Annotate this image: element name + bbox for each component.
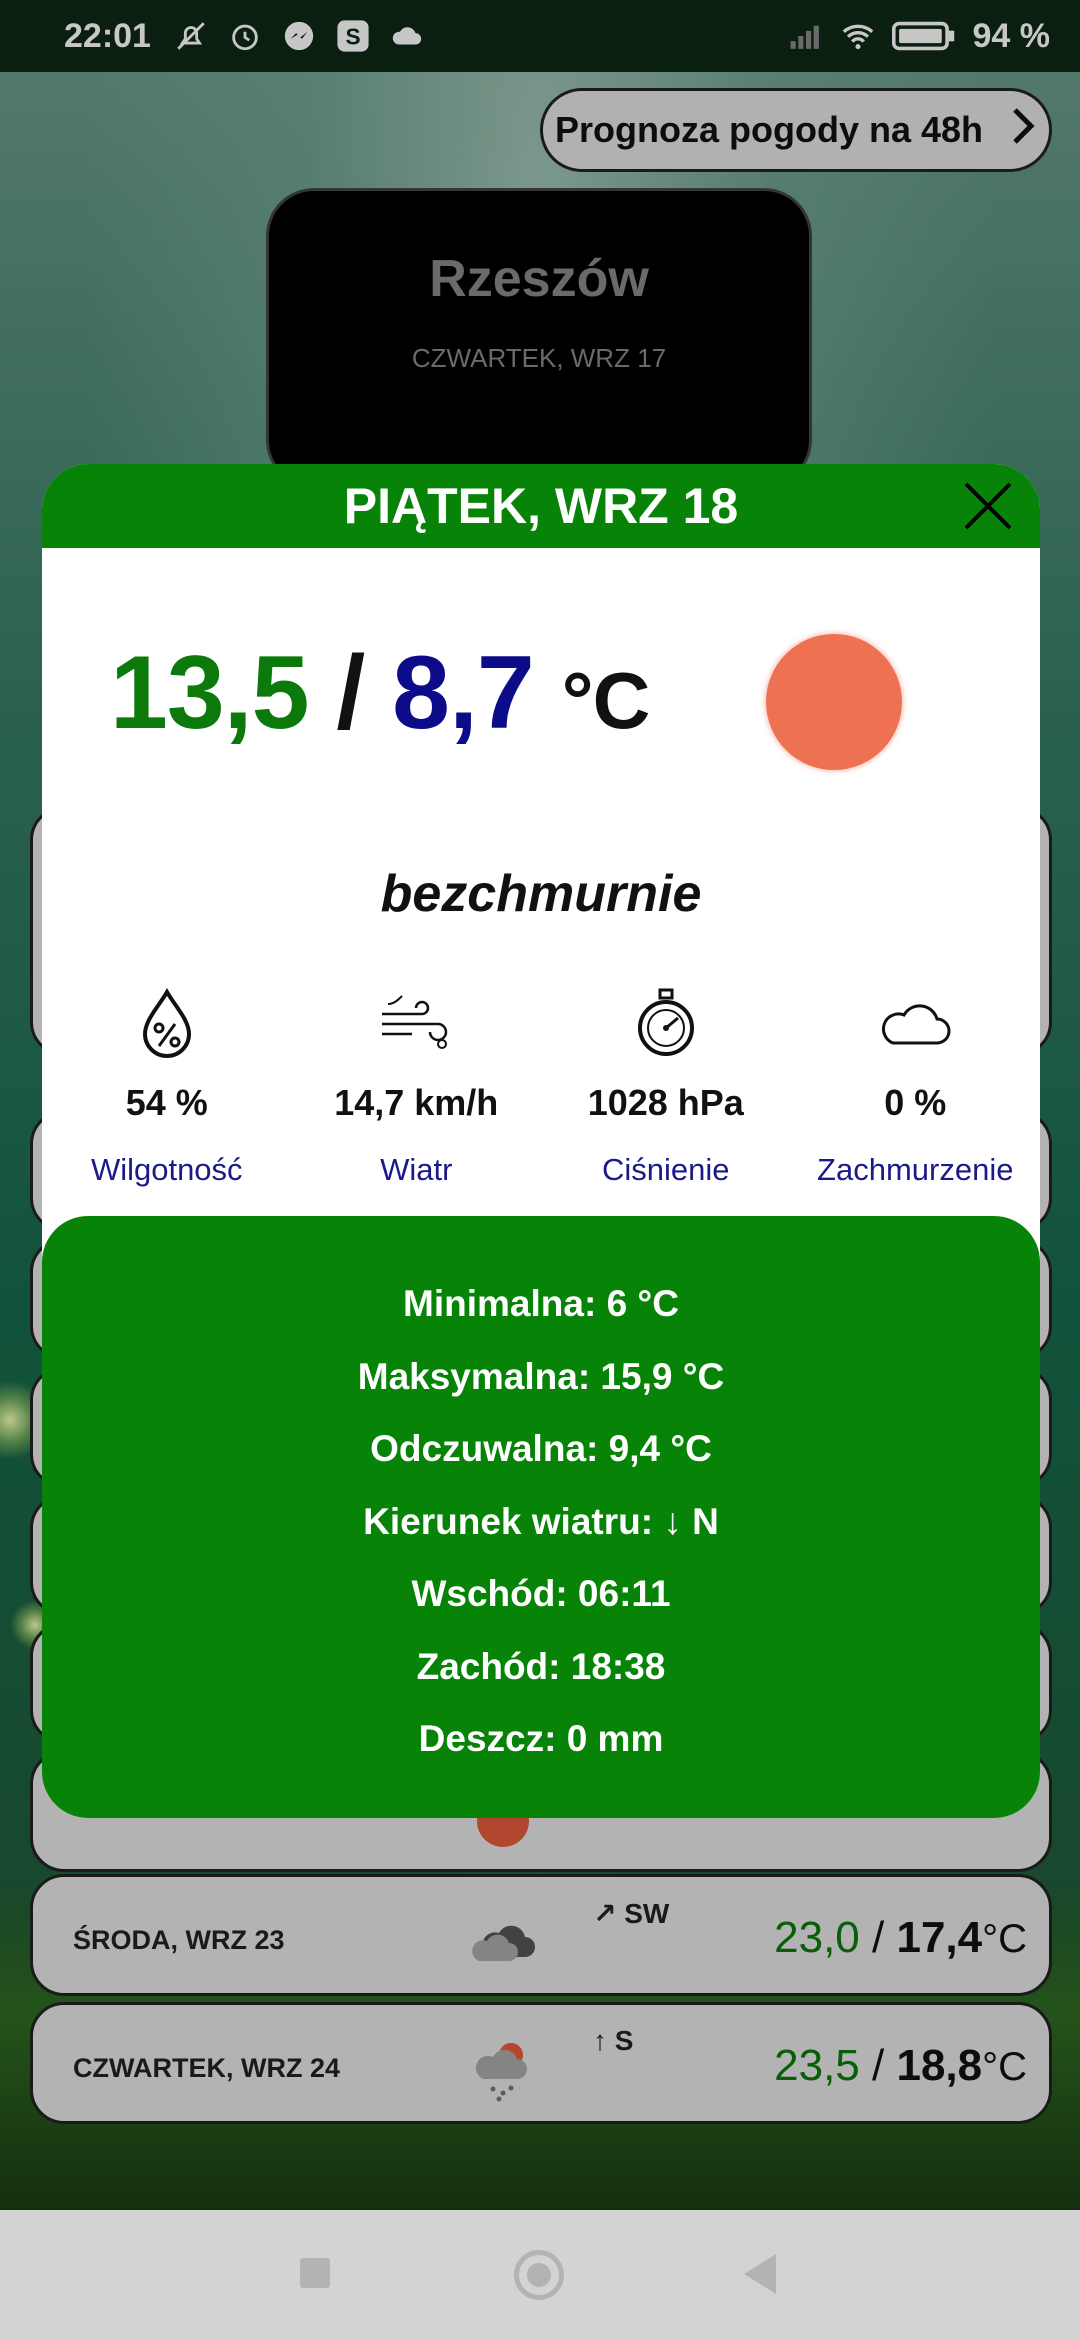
temperature-range: 13,5 / 8,7 °C (110, 634, 651, 753)
temp-low: 8,7 (392, 635, 535, 751)
metric-label: Wilgotność (90, 1152, 243, 1187)
back-button[interactable] (744, 2254, 776, 2294)
metric-value: 1028 hPa (587, 1082, 744, 1123)
detail-sunrise: Wschód: 06:11 (411, 1573, 671, 1614)
metric-cloud-cover: 0 % Zachmurzenie (791, 984, 1041, 1188)
weather-metrics: 54 % Wilgotność 14,7 km/h Wiatr 1028 hPa… (42, 984, 1040, 1188)
humidity-icon (42, 984, 292, 1064)
cloud-cover-icon (791, 984, 1041, 1064)
wind-icon (292, 984, 542, 1064)
metric-label: Wiatr (380, 1152, 453, 1187)
navigation-bar (0, 2210, 1080, 2340)
temp-high: 13,5 (110, 635, 309, 751)
detail-sunset: Zachód: 18:38 (416, 1645, 666, 1687)
metric-value: 54 % (125, 1082, 208, 1123)
details-panel: Minimalna: 6 °C Maksymalna: 15,9 °C Odcz… (42, 1216, 1040, 1818)
detail-max-temp: Maksymalna: 15,9 °C (357, 1355, 725, 1397)
metric-value: 14,7 km/h (334, 1082, 499, 1123)
day-detail-modal: PIĄTEK, WRZ 18 13,5 / 8,7 °C bezchmurnie… (42, 464, 1040, 1818)
close-icon[interactable] (962, 480, 1014, 532)
modal-header: PIĄTEK, WRZ 18 (42, 464, 1040, 548)
metric-label: Zachmurzenie (817, 1152, 1014, 1187)
weather-description: bezchmurnie (380, 865, 702, 923)
metric-value: 0 % (884, 1082, 947, 1123)
detail-wind-direction: Kierunek wiatru: ↓ N (363, 1500, 719, 1542)
sun-icon (766, 634, 902, 770)
recent-apps-button[interactable] (300, 2258, 330, 2288)
metric-label: Ciśnienie (601, 1152, 730, 1187)
detail-rain: Deszcz: 0 mm (418, 1718, 664, 1759)
metric-pressure: 1028 hPa Ciśnienie (541, 984, 791, 1188)
temp-separator: / (308, 635, 393, 751)
pressure-gauge-icon (541, 984, 791, 1064)
home-button[interactable] (514, 2250, 564, 2300)
detail-feels-like: Odczuwalna: 9,4 °C (370, 1428, 712, 1469)
modal-title: PIĄTEK, WRZ 18 (343, 478, 739, 534)
detail-min-temp: Minimalna: 6 °C (403, 1283, 679, 1324)
temp-unit: °C (561, 656, 651, 745)
metric-humidity: 54 % Wilgotność (42, 984, 292, 1188)
metric-wind: 14,7 km/h Wiatr (292, 984, 542, 1188)
